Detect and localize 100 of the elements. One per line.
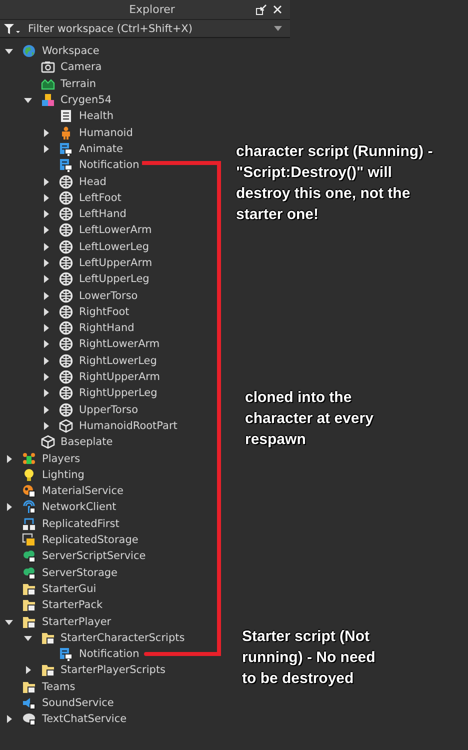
tree-item[interactable]: Notification: [79, 159, 140, 172]
tree-item[interactable]: LeftLowerLeg: [79, 240, 149, 253]
tree-item[interactable]: StarterPack: [42, 599, 103, 612]
tree-item[interactable]: Head: [79, 176, 106, 188]
undock-icon[interactable]: [256, 4, 267, 15]
close-icon[interactable]: [273, 5, 282, 14]
tree-item[interactable]: UpperTorso: [79, 404, 138, 416]
expand-arrow-icon[interactable]: [41, 339, 51, 350]
expand-arrow-icon[interactable]: [4, 714, 14, 724]
tree-item[interactable]: LeftLowerArm: [79, 224, 152, 236]
mesh-icon: [59, 207, 73, 222]
filter-field[interactable]: Filter workspace (Ctrl+Shift+X): [22, 22, 274, 34]
tree-item[interactable]: ServerStorage: [42, 566, 118, 579]
tree-item[interactable]: ReplicatedFirst: [42, 518, 120, 530]
expand-arrow-icon[interactable]: [41, 274, 51, 284]
bulb-icon: [22, 468, 36, 482]
folder-icon: [40, 630, 54, 645]
panel-title: Explorer: [128, 3, 176, 16]
tree-item[interactable]: Crygen54: [60, 94, 112, 106]
folder-icon: [22, 582, 36, 596]
tree-item[interactable]: StarterPlayerScripts: [60, 664, 166, 676]
folder-icon: [22, 680, 36, 694]
tree-item[interactable]: Animate: [79, 142, 123, 155]
tree-item[interactable]: RightLowerLeg: [79, 354, 157, 367]
tree-item[interactable]: Camera: [60, 61, 102, 74]
mesh-icon: [59, 223, 73, 238]
tree-item[interactable]: RightUpperArm: [79, 371, 160, 384]
tree-item[interactable]: Baseplate: [60, 436, 113, 448]
tree-item[interactable]: LeftFoot: [79, 192, 122, 204]
expand-arrow-icon[interactable]: [41, 242, 51, 252]
tree-item[interactable]: Health: [79, 110, 114, 122]
tree-item[interactable]: ReplicatedStorage: [42, 534, 138, 546]
tree-item[interactable]: Terrain: [60, 78, 96, 90]
annotation-text: character script (Running) - "Script:Destroy()" will destroy this one, not the starter one!: [236, 142, 434, 225]
tree-item[interactable]: TextChatService: [42, 713, 127, 726]
filter-bar[interactable]: Filter workspace (Ctrl+Shift+X): [0, 20, 290, 38]
expand-arrow-icon[interactable]: [41, 323, 51, 334]
expand-arrow-icon[interactable]: [41, 225, 51, 236]
tree-item[interactable]: RightUpperLeg: [79, 387, 158, 400]
tree-item[interactable]: Players: [42, 452, 80, 465]
tree-item[interactable]: StarterGui: [42, 582, 96, 595]
expand-arrow-icon[interactable]: [41, 192, 51, 203]
mesh-icon: [59, 321, 73, 336]
tree-item[interactable]: HumanoidRootPart: [79, 420, 178, 432]
model-icon: [40, 93, 54, 108]
players-icon: [22, 452, 36, 466]
camera-icon: [40, 60, 54, 74]
expand-arrow-icon[interactable]: [41, 128, 51, 138]
mesh-icon: [59, 190, 73, 205]
mesh-icon: [59, 386, 73, 400]
cube-icon: [59, 418, 73, 433]
mesh-icon: [59, 174, 73, 189]
mesh-icon: [59, 288, 73, 303]
folder-icon: [22, 598, 36, 612]
mesh-icon: [59, 304, 73, 319]
collapse-arrow-icon[interactable]: [22, 95, 32, 106]
tree-item[interactable]: StarterPlayer: [42, 616, 112, 628]
localscript-icon: [59, 158, 73, 172]
tree-item[interactable]: Lighting: [42, 468, 84, 481]
tree-item[interactable]: Humanoid: [79, 126, 133, 139]
expand-arrow-icon[interactable]: [41, 258, 51, 268]
tree-item[interactable]: Notification: [79, 648, 140, 660]
expand-arrow-icon[interactable]: [41, 388, 51, 398]
localscript-icon: [59, 142, 73, 156]
tree-item[interactable]: RightHand: [79, 322, 134, 334]
expand-arrow-icon[interactable]: [41, 176, 51, 187]
tree-item[interactable]: RightFoot: [79, 306, 130, 318]
expand-arrow-icon[interactable]: [41, 356, 51, 366]
cube-icon: [40, 435, 54, 450]
filter-icon[interactable]: [4, 24, 22, 34]
tree-item[interactable]: ServerScriptService: [42, 550, 146, 562]
tree-item[interactable]: NetworkClient: [42, 501, 116, 514]
expand-arrow-icon[interactable]: [41, 306, 51, 317]
expand-arrow-icon[interactable]: [41, 420, 51, 431]
sound-icon: [22, 696, 36, 710]
tree-item[interactable]: SoundService: [42, 697, 114, 710]
tree-item[interactable]: Workspace: [42, 45, 100, 58]
tree-item[interactable]: LowerTorso: [79, 290, 138, 302]
collapse-arrow-icon[interactable]: [4, 46, 14, 56]
expand-arrow-icon[interactable]: [41, 290, 51, 301]
tree-item[interactable]: RightLowerArm: [79, 338, 160, 350]
mesh-icon: [59, 370, 73, 384]
expand-arrow-icon[interactable]: [4, 454, 14, 464]
tree-item[interactable]: Teams: [42, 680, 76, 693]
expand-arrow-icon[interactable]: [41, 404, 51, 415]
expand-arrow-icon[interactable]: [4, 502, 14, 512]
mesh-icon: [59, 337, 73, 352]
expand-arrow-icon[interactable]: [41, 209, 51, 220]
tree-item[interactable]: StarterCharacterScripts: [60, 632, 185, 644]
tree-item[interactable]: LeftUpperArm: [79, 257, 152, 269]
dropdown-caret-icon[interactable]: [274, 26, 282, 32]
expand-arrow-icon[interactable]: [41, 372, 51, 382]
folder-icon: [22, 614, 36, 629]
tree-item[interactable]: LeftHand: [79, 208, 126, 220]
tree-item[interactable]: LeftUpperLeg: [79, 273, 150, 286]
network-icon: [22, 500, 36, 514]
expand-arrow-icon[interactable]: [41, 144, 51, 154]
mesh-icon: [59, 354, 73, 368]
script-icon: [59, 109, 73, 124]
tree-item[interactable]: MaterialService: [42, 485, 124, 498]
